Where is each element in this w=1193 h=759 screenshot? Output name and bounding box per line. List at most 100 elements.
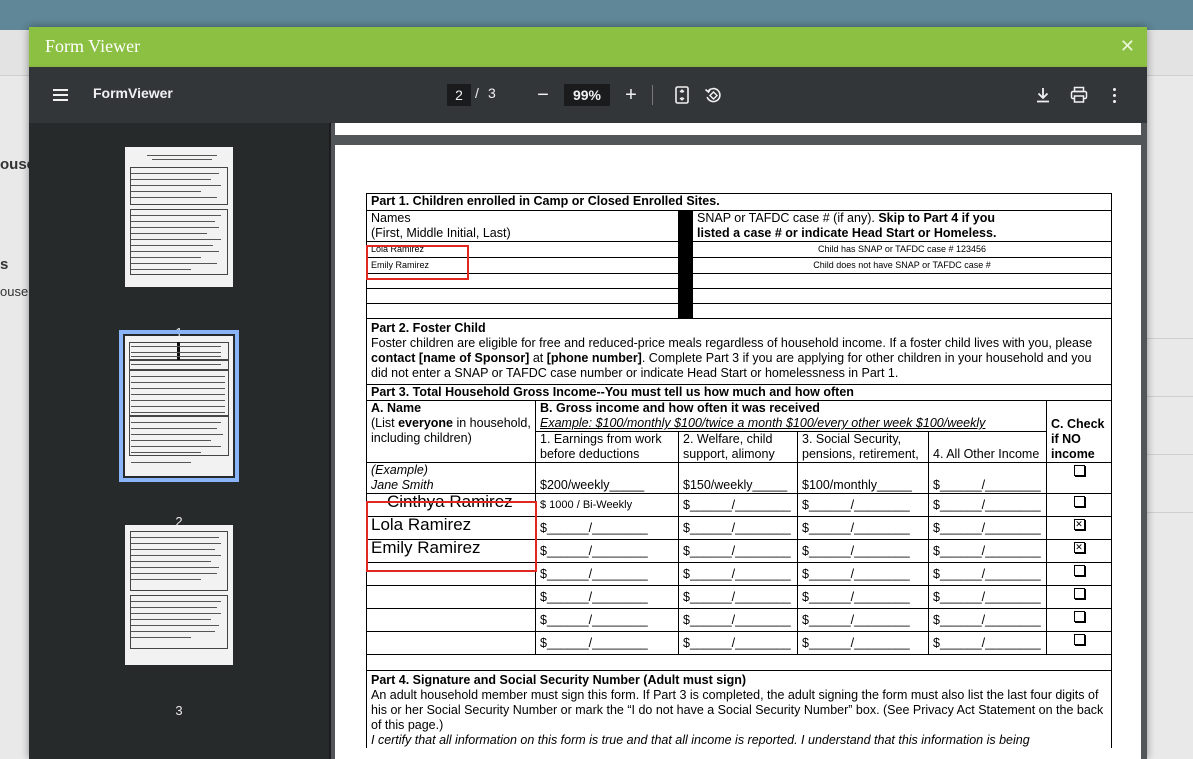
no-income-checkbox[interactable] (1045, 608, 1113, 632)
no-income-checkbox[interactable]: ✕ (1045, 539, 1113, 563)
part3-example-income: $150/weekly_____ (678, 462, 798, 494)
page-thumbnail-1[interactable] (125, 147, 233, 287)
part3-sub-header: 4. All Other Income (928, 431, 1047, 463)
part3-income-field[interactable]: $______/________ (928, 562, 1047, 586)
thumbnail-sidebar: 1 2 3 (29, 123, 330, 759)
part3-example-income: $100/monthly_____ (797, 462, 929, 494)
part3-income-field[interactable]: $______/________ (678, 562, 798, 586)
part3-no-income-header: C. Check if NO income (1045, 400, 1113, 463)
page-thumbnail-3[interactable] (125, 525, 233, 665)
part3-example-checkbox (1045, 462, 1113, 494)
no-income-checkbox[interactable] (1045, 562, 1113, 586)
part3-income-field[interactable]: $______/________ (797, 608, 929, 632)
previous-page-edge (335, 123, 1141, 135)
part3-income-field[interactable]: $______/________ (535, 539, 679, 563)
zoom-level-input[interactable]: 99% (564, 84, 610, 106)
part3-income-field[interactable]: $______/________ (928, 493, 1047, 517)
part3-income-field[interactable]: $______/________ (797, 562, 929, 586)
part3-income-field[interactable]: $______/________ (797, 631, 929, 655)
application-form: Part 1. Children enrolled in Camp or Clo… (365, 193, 1113, 748)
document-viewer: Part 1. Children enrolled in Camp or Clo… (331, 123, 1147, 759)
part1-case-field[interactable] (691, 303, 1113, 319)
document-page: Part 1. Children enrolled in Camp or Clo… (335, 145, 1141, 759)
page-number-input[interactable]: 2 (447, 84, 471, 106)
part1-name-field[interactable] (366, 288, 679, 304)
part3-income-field[interactable]: $______/________ (535, 516, 679, 540)
background-divider (1147, 338, 1193, 339)
part3-income-field[interactable]: $ 1000 / Bi-Weekly (535, 493, 679, 517)
part2-heading: Part 2. Foster Child (371, 321, 486, 335)
part3-sub-header: 1. Earnings from work before deductions (535, 431, 679, 463)
part3-income-field[interactable]: $______/________ (797, 516, 929, 540)
page-separator: / (475, 85, 479, 101)
modal-title-bar: Form Viewer ✕ (29, 27, 1147, 67)
part3-income-field[interactable]: $______/________ (797, 493, 929, 517)
viewer-app-name: FormViewer (93, 85, 173, 101)
part3-sub-header: 2. Welfare, child support, alimony (678, 431, 798, 463)
background-divider (1147, 512, 1193, 513)
part3-income-field[interactable]: $______/________ (535, 585, 679, 609)
part3-income-field[interactable]: $______/________ (928, 539, 1047, 563)
part1-divider (678, 210, 693, 242)
part3-income-field[interactable]: $______/________ (678, 608, 798, 632)
part3-income-field[interactable]: $______/________ (678, 539, 798, 563)
menu-icon[interactable] (45, 81, 75, 109)
thumbnail-label-3: 3 (175, 703, 183, 718)
part3-income-field[interactable]: $______/________ (928, 585, 1047, 609)
part3-example-income: $200/weekly_____ (535, 462, 679, 494)
no-income-checkbox[interactable] (1045, 493, 1113, 517)
more-options-icon[interactable] (1107, 83, 1121, 107)
part3-income-field[interactable]: $______/________ (678, 585, 798, 609)
page-thumbnail-2[interactable] (119, 330, 239, 482)
form-viewer-modal: Form Viewer ✕ FormViewer 2 / 3 − 99% + 1… (29, 27, 1147, 759)
part3-income-field[interactable]: $______/________ (535, 608, 679, 632)
part3-income-field[interactable]: $______/________ (928, 516, 1047, 540)
part3-income-field[interactable]: $______/________ (678, 631, 798, 655)
part3-name-header: A. Name (List everyone in household, incl… (366, 400, 536, 463)
part1-case-field[interactable] (691, 273, 1113, 289)
background-divider (1147, 396, 1193, 397)
part3-income-field[interactable]: $______/________ (678, 493, 798, 517)
zoom-out-button[interactable]: − (533, 81, 553, 109)
rotate-icon[interactable] (701, 83, 725, 107)
part1-case-field[interactable]: Child has SNAP or TAFDC case # 123456 (691, 241, 1113, 258)
zoom-in-button[interactable]: + (621, 81, 641, 109)
part3-income-field[interactable]: $______/________ (535, 562, 679, 586)
modal-title: Form Viewer (45, 36, 141, 56)
part3-example-income: $______/________ (928, 462, 1047, 494)
page-total: 3 (488, 85, 496, 101)
part3-income-field[interactable]: $______/________ (535, 631, 679, 655)
print-icon[interactable] (1068, 83, 1090, 107)
part1-case-field[interactable]: Child does not have SNAP or TAFDC case # (691, 257, 1113, 274)
part3-income-header: B. Gross income and how often it was rec… (535, 400, 1047, 432)
part1-names-header: Names (First, Middle Initial, Last) (366, 210, 679, 242)
part3-member-name[interactable] (366, 631, 536, 655)
part1-heading: Part 1. Children enrolled in Camp or Clo… (365, 193, 1113, 211)
part3-member-name[interactable] (366, 585, 536, 609)
background-header (0, 0, 1193, 30)
part3-example-name: (Example) Jane Smith (366, 462, 536, 494)
fit-page-icon[interactable] (671, 83, 693, 107)
no-income-checkbox[interactable] (1045, 631, 1113, 655)
toolbar-divider (652, 85, 653, 105)
part3-income-field[interactable]: $______/________ (678, 516, 798, 540)
part3-income-field[interactable]: $______/________ (797, 539, 929, 563)
part3-income-field[interactable]: $______/________ (928, 631, 1047, 655)
part3-sub-header: 3. Social Security, pensions, retirement… (797, 431, 929, 463)
pdf-toolbar: FormViewer 2 / 3 − 99% + (29, 67, 1147, 123)
background-divider (1147, 454, 1193, 455)
download-icon[interactable] (1032, 83, 1054, 107)
no-income-checkbox[interactable] (1045, 585, 1113, 609)
part3-member-name[interactable] (366, 608, 536, 632)
highlight-box (366, 245, 469, 280)
close-icon[interactable]: ✕ (1120, 36, 1135, 57)
part1-case-field[interactable] (691, 288, 1113, 304)
no-income-checkbox[interactable]: ✕ (1045, 516, 1113, 540)
part3-income-field[interactable]: $______/________ (797, 585, 929, 609)
background-text: ouse (0, 284, 29, 299)
part1-name-field[interactable] (366, 303, 679, 319)
part4-section: Part 4. Signature and Social Security Nu… (365, 670, 1113, 748)
part1-snap-header: SNAP or TAFDC case # (if any). Skip to P… (691, 210, 1113, 242)
part3-heading: Part 3. Total Household Gross Income--Yo… (365, 384, 1113, 401)
part3-income-field[interactable]: $______/________ (928, 608, 1047, 632)
